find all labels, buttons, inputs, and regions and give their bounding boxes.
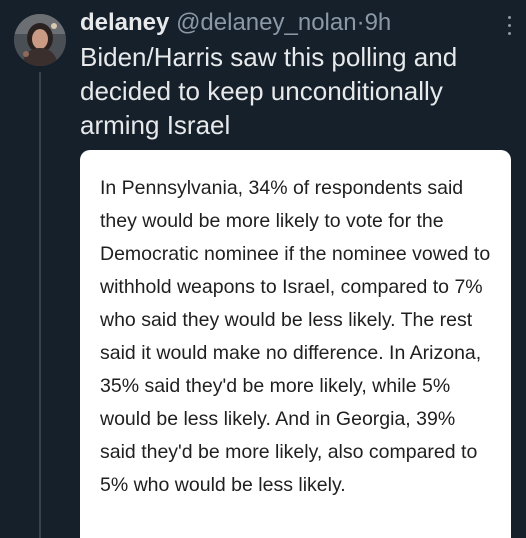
- quote-image-card[interactable]: In Pennsylvania, 34% of respondents said…: [80, 150, 511, 538]
- tweet-text: Biden/Harris saw this polling and decide…: [80, 42, 458, 140]
- timestamp[interactable]: 9h: [365, 9, 392, 36]
- tweet-header: delaney @delaney_nolan·9h: [80, 8, 486, 38]
- more-options-icon[interactable]: [506, 16, 512, 38]
- avatar[interactable]: [14, 14, 66, 66]
- separator-dot: ·: [356, 9, 365, 36]
- tweet[interactable]: delaney @delaney_nolan·9h Biden/Harris s…: [0, 0, 526, 538]
- quote-text: In Pennsylvania, 34% of respondents said…: [100, 177, 491, 496]
- avatar-photo-icon: [14, 14, 66, 66]
- author-display-name[interactable]: delaney: [80, 9, 169, 36]
- author-handle[interactable]: @delaney_nolan: [176, 9, 357, 36]
- thread-line: [39, 72, 41, 538]
